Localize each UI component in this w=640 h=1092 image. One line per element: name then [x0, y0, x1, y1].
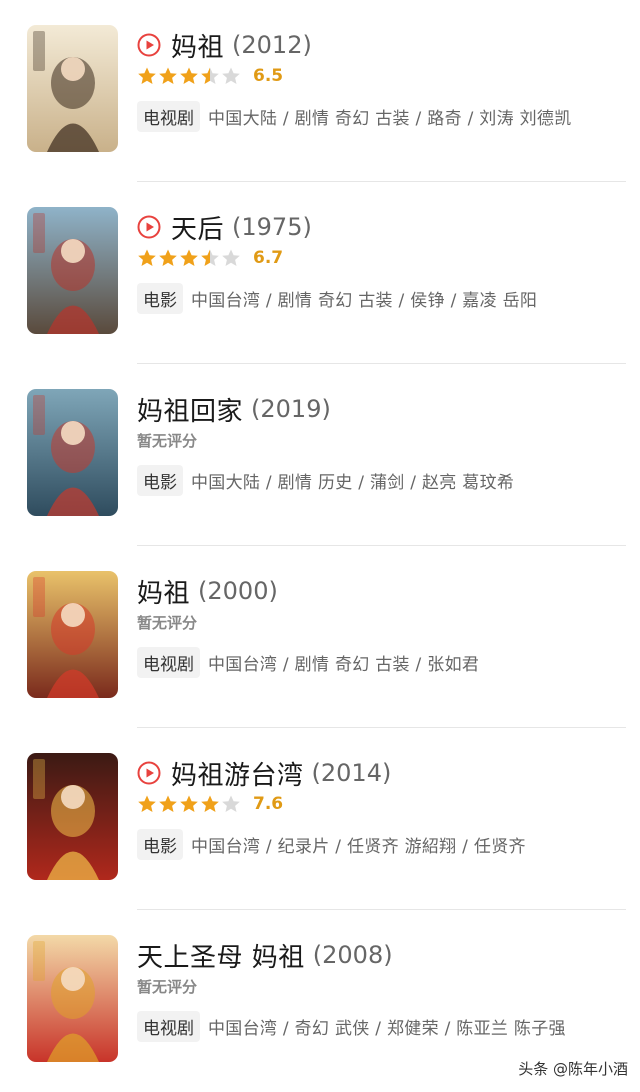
rating-row: 6.5: [137, 63, 630, 89]
item-info: 妈祖回家 (2019) 暂无评分电影 中国大陆 / 剧情 历史 / 蒲剑 / 赵亮 葛…: [137, 391, 630, 496]
star-icon: [221, 248, 241, 268]
item-year: (1975): [232, 213, 312, 241]
item-year: (2019): [251, 395, 331, 423]
item-year: (2014): [311, 759, 392, 787]
type-badge: 电影: [137, 828, 183, 860]
title-row: 妈祖游台湾 (2014): [137, 755, 630, 791]
item-title[interactable]: 天后: [171, 209, 224, 246]
rating-row: 暂无评分: [137, 427, 630, 453]
star-icon: [137, 794, 157, 814]
no-rating-label: 暂无评分: [137, 431, 198, 450]
star-icon: [137, 248, 157, 268]
meta-details: 中国台湾 / 剧情 奇幻 古装 / 张如君: [208, 654, 480, 675]
rating-row: 暂无评分: [137, 609, 630, 635]
star-icon: [158, 66, 178, 86]
poster-image[interactable]: [27, 935, 118, 1062]
type-badge: 电影: [137, 464, 183, 496]
movie-list-item[interactable]: 妈祖回家 (2019) 暂无评分电影 中国大陆 / 剧情 历史 / 蒲剑 / 赵亮 葛…: [0, 364, 640, 546]
meta-row: 电影 中国台湾 / 剧情 奇幻 古装 / 侯铮 / 嘉凌 岳阳: [137, 282, 630, 314]
movie-list: 妈祖 (2012) 6.5 电视剧 中国大陆 / 剧情 奇幻 古装 / 路奇 / 刘涛 …: [0, 0, 640, 1092]
meta-row: 电影 中国大陆 / 剧情 历史 / 蒲剑 / 赵亮 葛玟希: [137, 464, 630, 496]
item-title[interactable]: 妈祖: [171, 27, 224, 64]
rating-row: 7.6: [137, 791, 630, 817]
title-row: 天上圣母 妈祖 (2008): [137, 937, 630, 973]
meta-details: 中国台湾 / 奇幻 武侠 / 郑健荣 / 陈亚兰 陈子强: [208, 1018, 566, 1039]
movie-list-item[interactable]: 天后 (1975) 6.7 电影 中国台湾 / 剧情 奇幻 古装 / 侯铮 / 嘉凌 岳…: [0, 182, 640, 364]
star-icon: [158, 248, 178, 268]
movie-list-item[interactable]: 妈祖游台湾 (2014) 7.6 电影 中国台湾 / 纪录片 / 任贤齐 游紹翔 / 任…: [0, 728, 640, 910]
star-rating: [137, 66, 242, 86]
star-icon: [221, 66, 241, 86]
item-title[interactable]: 妈祖: [137, 573, 190, 610]
meta-details: 中国大陆 / 剧情 奇幻 古装 / 路奇 / 刘涛 刘德凯: [208, 108, 572, 129]
item-title[interactable]: 妈祖回家: [137, 391, 243, 428]
star-icon: [200, 794, 220, 814]
meta-row: 电视剧 中国台湾 / 奇幻 武侠 / 郑健荣 / 陈亚兰 陈子强: [137, 1010, 630, 1042]
star-icon: [179, 66, 199, 86]
poster-image[interactable]: [27, 207, 118, 334]
type-badge: 电视剧: [137, 1010, 200, 1042]
title-row: 妈祖 (2012): [137, 27, 630, 63]
star-icon: [179, 794, 199, 814]
poster-image[interactable]: [27, 389, 118, 516]
star-rating: [137, 794, 242, 814]
type-badge: 电视剧: [137, 100, 200, 132]
meta-row: 电视剧 中国大陆 / 剧情 奇幻 古装 / 路奇 / 刘涛 刘德凯: [137, 100, 630, 132]
poster-image[interactable]: [27, 25, 118, 152]
star-icon: [200, 248, 220, 268]
movie-list-item[interactable]: 妈祖 (2000) 暂无评分 电视剧 中国台湾 / 剧情 奇幻 古装 / 张如君: [0, 546, 640, 728]
item-year: (2000): [198, 577, 278, 605]
movie-list-item[interactable]: 妈祖 (2012) 6.5 电视剧 中国大陆 / 剧情 奇幻 古装 / 路奇 / 刘涛 …: [0, 0, 640, 182]
rating-score: 7.6: [253, 794, 284, 814]
poster-image[interactable]: [27, 571, 118, 698]
star-icon: [158, 794, 178, 814]
play-icon[interactable]: [137, 33, 161, 57]
star-icon: [137, 66, 157, 86]
type-badge: 电视剧: [137, 646, 200, 678]
star-icon: [221, 794, 241, 814]
meta-row: 电视剧 中国台湾 / 剧情 奇幻 古装 / 张如君: [137, 646, 630, 678]
title-row: 妈祖回家 (2019): [137, 391, 630, 427]
item-info: 天后 (1975) 6.7 电影 中国台湾 / 剧情 奇幻 古装 / 侯铮 / 嘉凌 岳…: [137, 209, 630, 314]
item-info: 妈祖游台湾 (2014) 7.6 电影 中国台湾 / 纪录片 / 任贤齐 游紹翔 / 任…: [137, 755, 630, 860]
no-rating-label: 暂无评分: [137, 977, 198, 996]
meta-details: 中国大陆 / 剧情 历史 / 蒲剑 / 赵亮 葛玟希: [191, 472, 515, 493]
item-year: (2012): [232, 31, 312, 59]
rating-row: 6.7: [137, 245, 630, 271]
play-icon[interactable]: [137, 761, 161, 785]
play-icon[interactable]: [137, 215, 161, 239]
rating-score: 6.5: [253, 66, 284, 86]
meta-row: 电影 中国台湾 / 纪录片 / 任贤齐 游紹翔 / 任贤齐: [137, 828, 630, 860]
item-title[interactable]: 妈祖游台湾: [171, 755, 304, 792]
meta-details: 中国台湾 / 剧情 奇幻 古装 / 侯铮 / 嘉凌 岳阳: [191, 290, 538, 311]
star-icon: [179, 248, 199, 268]
star-rating: [137, 248, 242, 268]
rating-row: 暂无评分: [137, 973, 630, 999]
meta-details: 中国台湾 / 纪录片 / 任贤齐 游紹翔 / 任贤齐: [191, 836, 526, 857]
item-year: (2008): [312, 941, 393, 969]
rating-score: 6.7: [253, 248, 284, 268]
type-badge: 电影: [137, 282, 183, 314]
no-rating-label: 暂无评分: [137, 613, 198, 632]
star-icon: [200, 66, 220, 86]
watermark-text: 头条 @陈年小酒: [518, 1060, 628, 1078]
item-info: 天上圣母 妈祖 (2008) 暂无评分电视剧 中国台湾 / 奇幻 武侠 / 郑健荣 /…: [137, 937, 630, 1042]
item-title[interactable]: 天上圣母 妈祖: [137, 937, 305, 974]
title-row: 妈祖 (2000): [137, 573, 630, 609]
item-info: 妈祖 (2012) 6.5 电视剧 中国大陆 / 剧情 奇幻 古装 / 路奇 / 刘涛 …: [137, 27, 630, 132]
item-info: 妈祖 (2000) 暂无评分 电视剧 中国台湾 / 剧情 奇幻 古装 / 张如君: [137, 573, 630, 678]
title-row: 天后 (1975): [137, 209, 630, 245]
poster-image[interactable]: [27, 753, 118, 880]
